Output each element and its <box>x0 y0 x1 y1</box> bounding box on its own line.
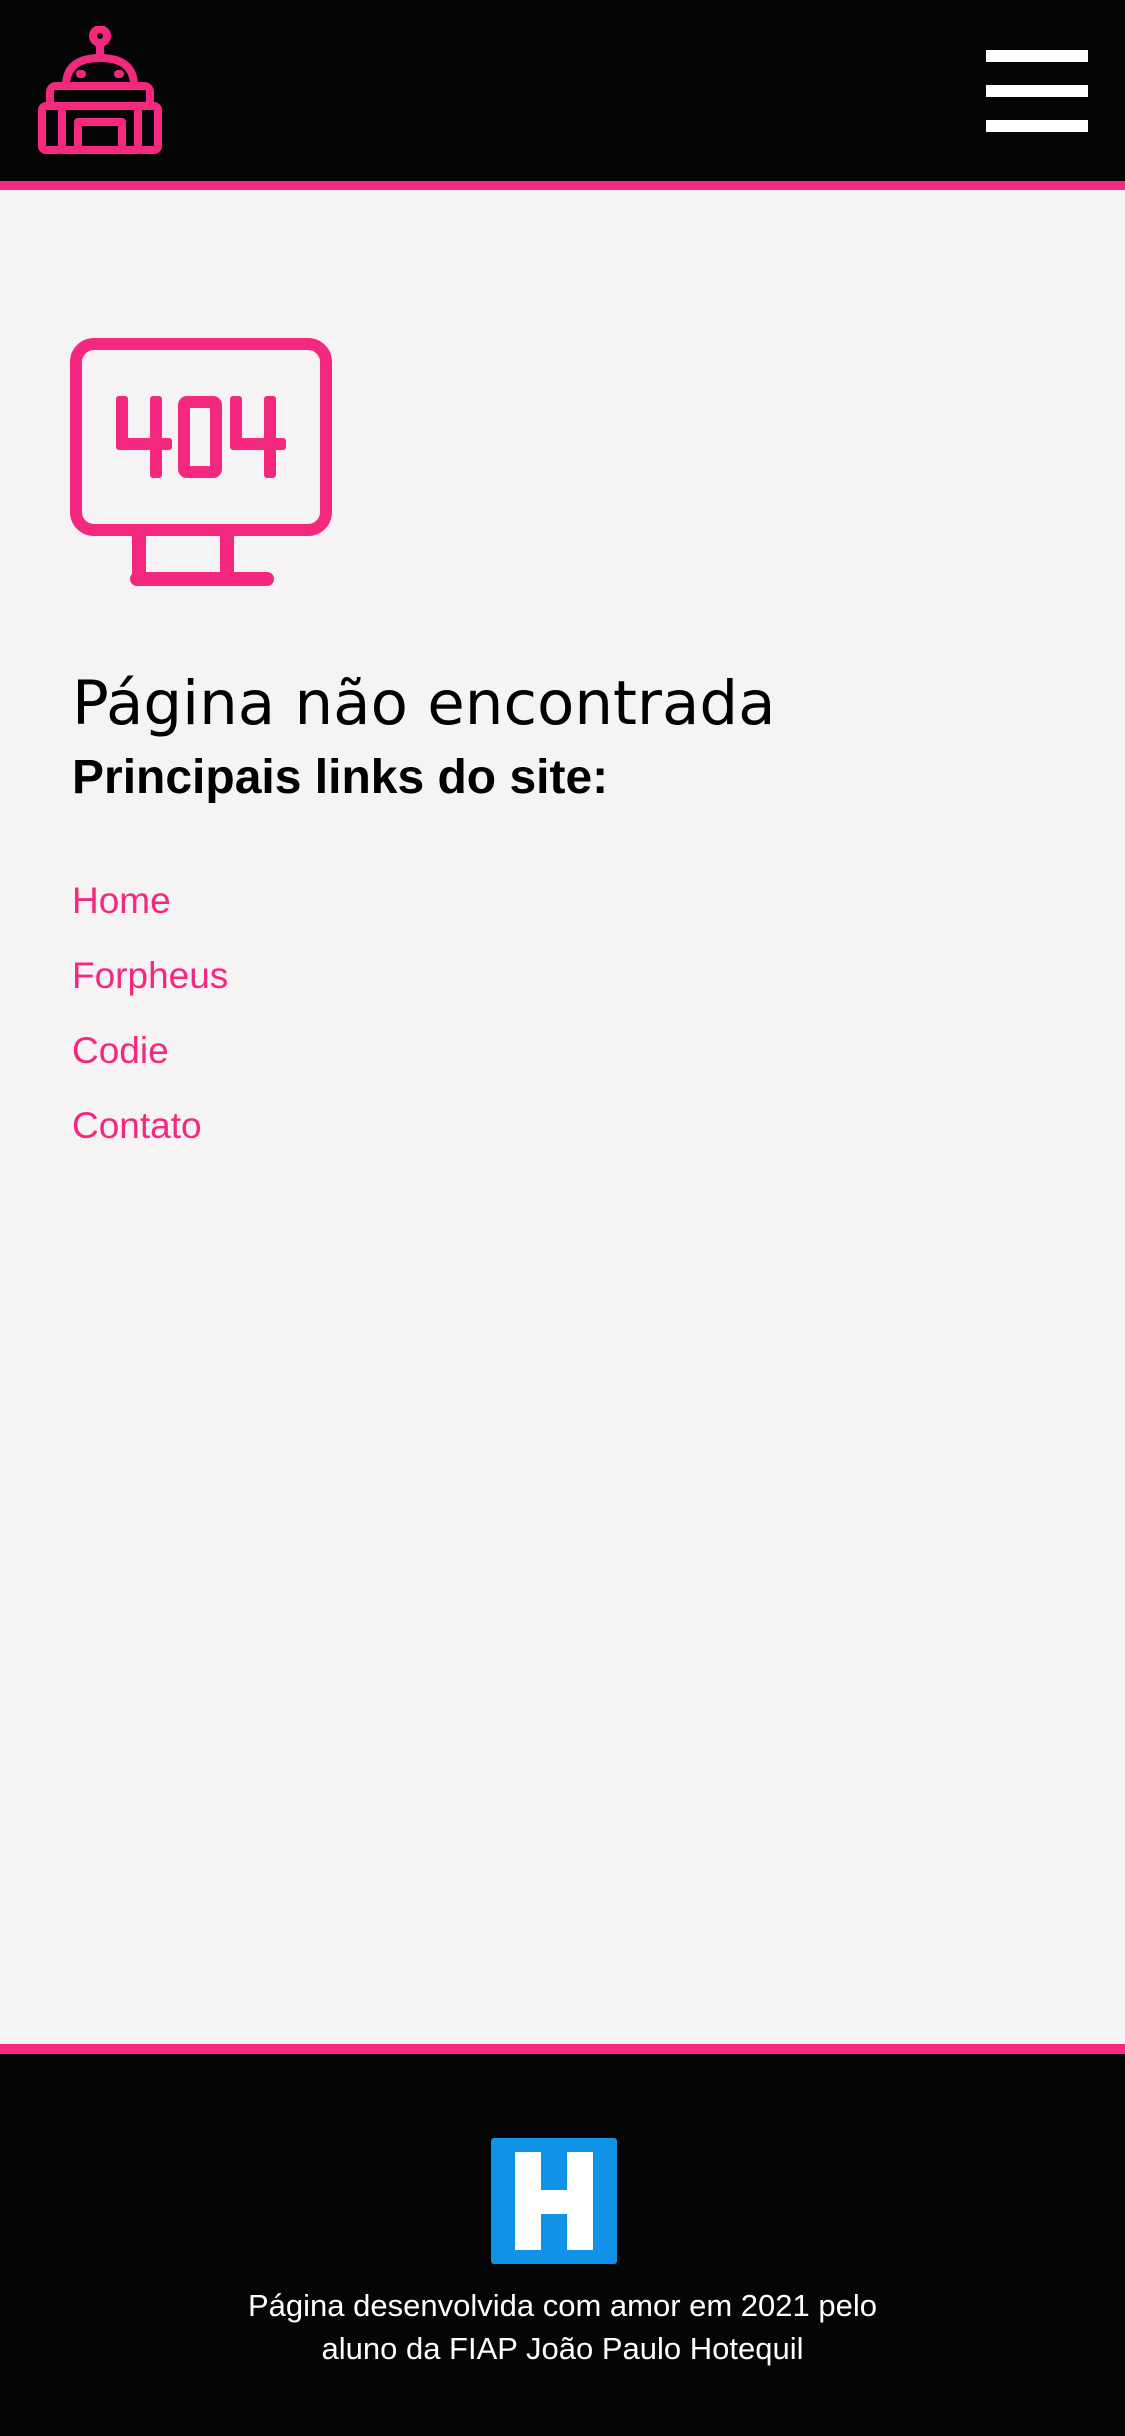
page-title: Página não encontrada <box>72 668 776 739</box>
robot-logo-link[interactable] <box>36 25 164 156</box>
monitor-404-icon: 404 <box>70 338 332 586</box>
link-home[interactable]: Home <box>72 880 171 922</box>
site-header <box>0 0 1125 190</box>
h-logo-icon: H <box>491 2138 617 2264</box>
hamburger-menu-icon-bar <box>986 85 1088 97</box>
hamburger-menu-icon-bar <box>986 120 1088 132</box>
credit-line-2: aluno da FIAP João Paulo Hotequil <box>321 2331 804 2366</box>
credit-line-1: Página desenvolvida com amor em 2021 pel… <box>248 2288 877 2323</box>
menu-button[interactable] <box>986 50 1088 132</box>
footer-credit: Página desenvolvida com amor em 2021 pel… <box>0 2284 1125 2370</box>
illustration-text: 404 <box>70 338 72 339</box>
link-codie[interactable]: Codie <box>72 1030 169 1072</box>
robot-icon <box>38 25 162 154</box>
site-footer: H Página desenvolvida com amor em 2021 p… <box>0 2044 1125 2436</box>
link-contato[interactable]: Contato <box>72 1105 202 1147</box>
h-logo-link[interactable]: H <box>491 2138 617 2264</box>
link-forpheus[interactable]: Forpheus <box>72 955 228 997</box>
main-content: 404 Página não encontrada Principais lin… <box>0 190 1125 2044</box>
page-subtitle: Principais links do site: <box>72 751 609 804</box>
h-logo-letter: H <box>491 2138 492 2139</box>
hamburger-menu-icon <box>986 50 1088 62</box>
